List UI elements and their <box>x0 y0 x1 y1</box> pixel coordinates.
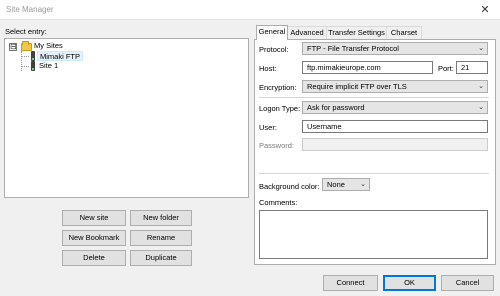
folder-icon <box>21 41 32 51</box>
user-value: Username <box>307 122 342 131</box>
tab-advanced[interactable]: Advanced <box>287 26 327 40</box>
chevron-down-icon: ⌄ <box>478 45 484 52</box>
password-label: Password: <box>259 141 295 150</box>
ok-button[interactable]: OK <box>383 275 436 291</box>
port-input[interactable]: 21 <box>456 61 488 74</box>
tree-item-site-1[interactable]: Site 1 <box>39 61 58 71</box>
tree-item-label: Mimaki FTP <box>40 52 80 61</box>
chevron-down-icon: ⌄ <box>478 83 484 90</box>
separator <box>259 97 489 98</box>
tree-connector <box>21 56 29 57</box>
host-input[interactable]: ftp.mimakieurope.com <box>302 61 433 74</box>
logon-type-select[interactable]: Ask for password ⌄ <box>302 101 488 114</box>
tree-connector <box>21 66 29 67</box>
select-entry-label: Select entry: <box>5 27 47 36</box>
tab-transfer-settings[interactable]: Transfer Settings <box>326 26 387 40</box>
password-input[interactable] <box>302 138 488 151</box>
title-bar: Site Manager ✕ <box>0 0 500 20</box>
new-folder-button[interactable]: New folder <box>130 210 192 226</box>
host-value: ftp.mimakieurope.com <box>307 63 381 72</box>
server-icon <box>31 61 35 71</box>
encryption-select[interactable]: Require implicit FTP over TLS ⌄ <box>302 80 488 93</box>
protocol-select[interactable]: FTP - File Transfer Protocol ⌄ <box>302 42 488 55</box>
user-label: User: <box>259 123 277 132</box>
chevron-down-icon: ⌄ <box>360 181 366 188</box>
comments-label: Comments: <box>259 198 298 207</box>
server-icon <box>31 51 35 61</box>
encryption-value: Require implicit FTP over TLS <box>307 82 407 91</box>
cancel-button[interactable]: Cancel <box>441 275 494 291</box>
protocol-value: FTP - File Transfer Protocol <box>307 44 399 53</box>
protocol-label: Protocol: <box>259 45 289 54</box>
encryption-label: Encryption: <box>259 83 297 92</box>
comments-textarea[interactable] <box>259 210 488 259</box>
background-color-select[interactable]: None ⌄ <box>322 178 370 191</box>
window-title: Site Manager <box>6 5 54 14</box>
host-label: Host: <box>259 64 277 73</box>
collapse-icon[interactable]: ⊟ <box>9 43 17 51</box>
rename-button[interactable]: Rename <box>130 230 192 246</box>
chevron-down-icon: ⌄ <box>478 104 484 111</box>
tree-item-my-sites[interactable]: My Sites <box>34 41 63 51</box>
tree-item-label: Site 1 <box>39 61 59 70</box>
tab-charset[interactable]: Charset <box>386 26 422 40</box>
new-site-button[interactable]: New site <box>62 210 126 226</box>
tree-item-label: My Sites <box>34 41 63 50</box>
delete-button[interactable]: Delete <box>62 250 126 266</box>
tree-item-mimaki-ftp[interactable]: Mimaki FTP <box>37 51 83 61</box>
logon-type-value: Ask for password <box>307 103 365 112</box>
logon-type-label: Logon Type: <box>259 104 301 113</box>
new-bookmark-button[interactable]: New Bookmark <box>62 230 126 246</box>
background-color-value: None <box>327 180 345 189</box>
user-input[interactable]: Username <box>302 120 488 133</box>
separator <box>259 173 489 174</box>
tab-general[interactable]: General <box>256 25 288 40</box>
port-label: Port: <box>438 64 454 73</box>
site-tree[interactable]: ⊟ My Sites Mimaki FTP Site 1 <box>4 38 249 198</box>
tree-connector <box>21 51 22 71</box>
close-icon[interactable]: ✕ <box>470 0 500 20</box>
connect-button[interactable]: Connect <box>323 275 378 291</box>
duplicate-button[interactable]: Duplicate <box>130 250 192 266</box>
port-value: 21 <box>461 63 470 72</box>
background-color-label: Background color: <box>259 182 320 191</box>
